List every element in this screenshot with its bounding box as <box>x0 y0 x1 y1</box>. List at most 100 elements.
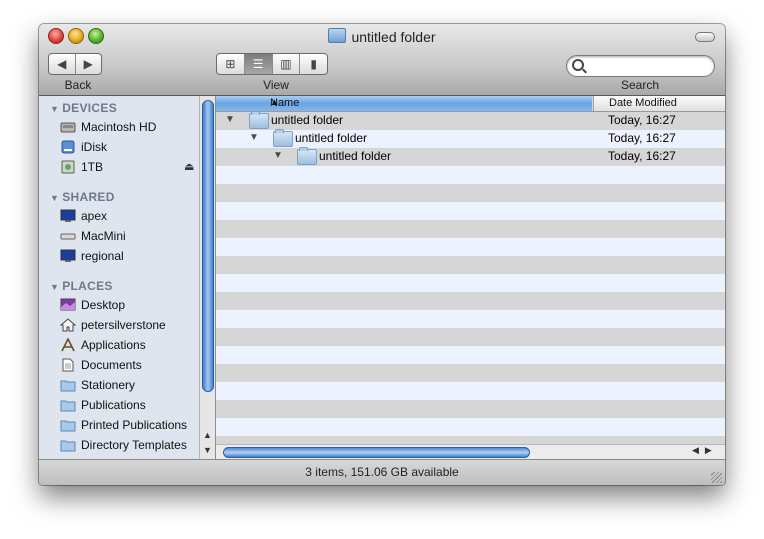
coverflow-view-button[interactable]: ▮ <box>300 54 327 74</box>
coverflow-icon: ▮ <box>310 57 317 71</box>
disclosure-triangle-icon[interactable]: ▼ <box>249 132 259 143</box>
list-item[interactable]: ▼ untitled folder Today, 16:27 <box>216 129 725 148</box>
row-stripe <box>216 238 725 256</box>
view-switcher: ⊞ ☰ ▥ ▮ <box>216 53 328 75</box>
list-view-icon: ☰ <box>252 57 264 71</box>
row-stripe <box>216 274 725 292</box>
sidebar-item-applications[interactable]: Applications <box>60 336 210 354</box>
column-header-date-modified[interactable]: Date Modified <box>593 96 725 111</box>
column-view-button[interactable]: ▥ <box>273 54 301 74</box>
section-places[interactable]: ▼ PLACES <box>50 279 113 293</box>
sidebar-item-home[interactable]: petersilverstone <box>60 316 210 334</box>
search-field[interactable] <box>566 55 715 77</box>
resize-grip-icon[interactable] <box>711 472 722 483</box>
folder-icon <box>297 147 317 165</box>
list-header: Name ▲ Date Modified <box>216 96 725 112</box>
finder-window: untitled folder ◀ ▶ Back ⊞ ☰ ▥ ▮ View Se… <box>39 24 725 485</box>
column-view-icon: ▥ <box>280 57 292 71</box>
sidebar-scroll-thumb[interactable] <box>202 100 214 392</box>
folder-icon <box>60 380 76 392</box>
back-forward-control: ◀ ▶ <box>48 53 102 75</box>
sidebar-item-publications[interactable]: Publications <box>60 396 210 414</box>
sidebar-item-desktop[interactable]: Desktop <box>60 296 210 314</box>
macmini-icon <box>60 233 76 240</box>
desktop-icon <box>60 298 76 311</box>
section-shared[interactable]: ▼ SHARED <box>50 190 115 204</box>
sidebar-item-idisk[interactable]: iDisk <box>60 138 210 156</box>
row-stripe <box>216 346 725 364</box>
disclosure-triangle-icon[interactable]: ▼ <box>225 114 235 125</box>
sidebar-item-stationery[interactable]: Stationery <box>60 376 210 394</box>
sidebar-item-label: Desktop <box>81 298 126 312</box>
sidebar-item-label: Documents <box>81 358 142 372</box>
row-stripe <box>216 166 725 184</box>
forward-arrow-icon: ▶ <box>83 57 93 71</box>
folder-icon <box>60 420 76 432</box>
sidebar-item-label: Stationery <box>81 378 136 392</box>
folder-icon <box>328 28 347 43</box>
row-stripe <box>216 382 725 400</box>
search-input[interactable] <box>589 58 708 76</box>
folder-icon <box>273 129 293 147</box>
section-devices[interactable]: ▼ DEVICES <box>50 101 117 115</box>
scroll-arrows-icon[interactable]: ◀▶ <box>692 445 718 456</box>
back-button[interactable]: ◀ <box>49 54 76 74</box>
search-label: Search <box>620 78 660 92</box>
disclosure-triangle-icon: ▼ <box>50 193 60 203</box>
hard-drive-icon <box>60 122 76 133</box>
icon-view-icon: ⊞ <box>225 57 236 71</box>
section-places-label: PLACES <box>62 279 113 293</box>
monitor-icon <box>60 209 76 222</box>
sidebar-item-directory-templates[interactable]: Directory Templates <box>60 436 210 454</box>
sidebar-item-apex[interactable]: apex <box>60 207 210 225</box>
search-icon <box>572 59 584 71</box>
horizontal-scroll-thumb[interactable] <box>223 447 530 458</box>
icon-view-button[interactable]: ⊞ <box>217 54 245 74</box>
applications-icon <box>61 338 75 352</box>
back-arrow-icon: ◀ <box>57 57 67 71</box>
row-stripe <box>216 310 725 328</box>
sidebar-item-macmini[interactable]: MacMini <box>60 227 210 245</box>
status-text: 3 items, 151.06 GB available <box>305 465 459 479</box>
window-title: untitled folder <box>39 28 725 45</box>
scroll-down-arrow-icon[interactable]: ▼ <box>203 445 212 455</box>
home-icon <box>60 318 76 332</box>
section-shared-label: SHARED <box>62 190 115 204</box>
column-header-name[interactable]: Name ▲ <box>216 96 592 111</box>
toolbar-toggle-button[interactable] <box>695 32 715 42</box>
idisk-icon <box>61 140 75 154</box>
folder-icon <box>60 400 76 412</box>
item-name: untitled folder <box>295 131 368 145</box>
sidebar-item-label: Printed Publications <box>81 418 188 432</box>
sidebar-item-label: petersilverstone <box>81 318 166 332</box>
list-view-button[interactable]: ☰ <box>244 54 273 74</box>
item-name: untitled folder <box>319 149 392 163</box>
monitor-icon <box>60 249 76 262</box>
sidebar-item-regional[interactable]: regional <box>60 247 210 265</box>
sidebar-item-macintosh-hd[interactable]: Macintosh HD <box>60 118 210 136</box>
sidebar-item-label: regional <box>81 249 124 263</box>
forward-button[interactable]: ▶ <box>76 54 102 74</box>
disclosure-triangle-icon: ▼ <box>50 104 60 114</box>
sidebar-item-documents[interactable]: Documents <box>60 356 210 374</box>
sidebar-item-printed-publications[interactable]: Printed Publications <box>60 416 210 434</box>
sidebar-item-label: MacMini <box>81 229 126 243</box>
list-rows: ▼ untitled folder Today, 16:27 ▼ untitle… <box>216 111 725 444</box>
sidebar-item-label: apex <box>81 209 108 223</box>
sidebar-item-label: Applications <box>81 338 146 352</box>
row-stripe <box>216 418 725 436</box>
document-icon <box>62 358 74 372</box>
sidebar: ▼ DEVICES Macintosh HD iDisk 1TB ⏏ ▼ SHARE… <box>39 96 216 459</box>
file-list: Name ▲ Date Modified ▼ untitled folder T… <box>216 96 725 459</box>
disclosure-triangle-icon[interactable]: ▼ <box>273 150 283 161</box>
item-date: Today, 16:27 <box>608 113 676 127</box>
folder-icon <box>60 440 76 452</box>
item-date: Today, 16:27 <box>608 131 676 145</box>
list-item[interactable]: ▼ untitled folder Today, 16:27 <box>216 111 725 130</box>
horizontal-scrollbar[interactable]: ◀▶ <box>216 444 725 459</box>
eject-icon[interactable]: ⏏ <box>184 160 194 173</box>
scroll-up-arrow-icon[interactable]: ▲ <box>203 430 212 440</box>
sidebar-item-label: Directory Templates <box>81 438 187 452</box>
list-item[interactable]: ▼ untitled folder Today, 16:27 <box>216 147 725 166</box>
sidebar-item-label: Publications <box>81 398 146 412</box>
